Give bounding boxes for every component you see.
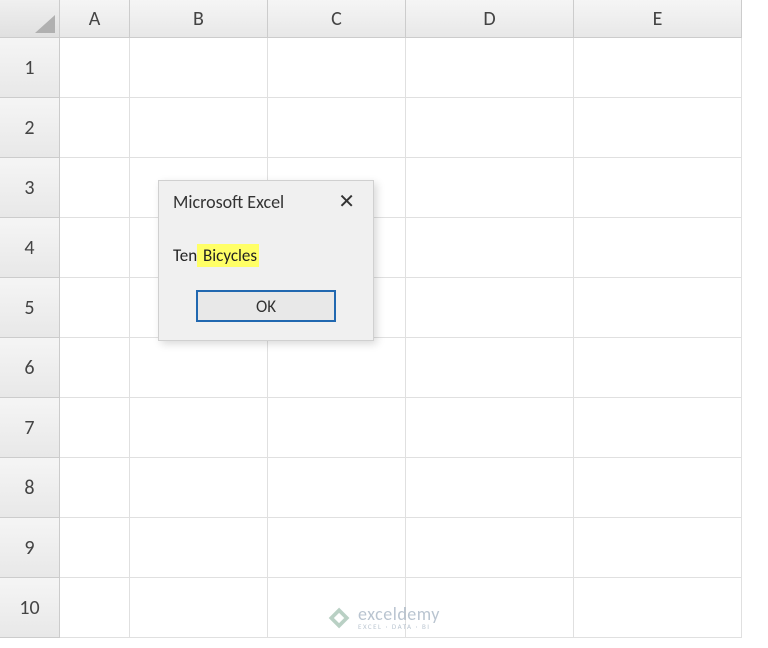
cell[interactable] <box>130 458 268 518</box>
col-header-a[interactable]: A <box>60 0 130 38</box>
row-header-1[interactable]: 1 <box>0 38 60 98</box>
cell[interactable] <box>574 98 742 158</box>
cell[interactable] <box>574 518 742 578</box>
cell[interactable] <box>406 218 574 278</box>
cell[interactable] <box>406 278 574 338</box>
cell[interactable] <box>60 98 130 158</box>
cell[interactable] <box>574 338 742 398</box>
row-header-8[interactable]: 8 <box>0 458 60 518</box>
message-text-prefix: Ten <box>173 245 197 266</box>
cell[interactable] <box>406 38 574 98</box>
dialog-titlebar[interactable]: Microsoft Excel ✕ <box>159 181 373 221</box>
cell[interactable] <box>130 98 268 158</box>
cell[interactable] <box>406 98 574 158</box>
cell[interactable] <box>60 278 130 338</box>
cell[interactable] <box>60 578 130 638</box>
dialog-footer: OK <box>159 284 373 340</box>
cell[interactable] <box>60 398 130 458</box>
cell[interactable] <box>406 458 574 518</box>
col-header-b[interactable]: B <box>130 0 268 38</box>
dialog-message: Ten Bicycles <box>159 221 373 284</box>
spreadsheet-grid: A B C D E 1 2 3 4 5 6 7 8 9 <box>0 0 768 638</box>
watermark: exceldemy EXCEL · DATA · BI <box>328 605 440 630</box>
cell[interactable] <box>60 338 130 398</box>
cell[interactable] <box>574 218 742 278</box>
row-header-6[interactable]: 6 <box>0 338 60 398</box>
cell[interactable] <box>268 98 406 158</box>
cell[interactable] <box>60 158 130 218</box>
col-header-d[interactable]: D <box>406 0 574 38</box>
cell[interactable] <box>130 38 268 98</box>
cell[interactable] <box>60 218 130 278</box>
cell[interactable] <box>130 578 268 638</box>
cell[interactable] <box>60 38 130 98</box>
cell[interactable] <box>406 338 574 398</box>
cell[interactable] <box>406 158 574 218</box>
row-header-10[interactable]: 10 <box>0 578 60 638</box>
cell[interactable] <box>130 518 268 578</box>
cell[interactable] <box>574 398 742 458</box>
cell[interactable] <box>406 398 574 458</box>
col-header-c[interactable]: C <box>268 0 406 38</box>
cell[interactable] <box>574 158 742 218</box>
cell[interactable] <box>574 458 742 518</box>
row-header-3[interactable]: 3 <box>0 158 60 218</box>
cell[interactable] <box>268 458 406 518</box>
cell[interactable] <box>130 398 268 458</box>
message-box-dialog: Microsoft Excel ✕ Ten Bicycles OK <box>158 180 374 341</box>
cell[interactable] <box>268 38 406 98</box>
cell[interactable] <box>268 398 406 458</box>
ok-button[interactable]: OK <box>196 290 336 322</box>
row-header-9[interactable]: 9 <box>0 518 60 578</box>
close-icon[interactable]: ✕ <box>332 192 361 212</box>
row-header-7[interactable]: 7 <box>0 398 60 458</box>
watermark-main: exceldemy <box>358 605 440 623</box>
cell[interactable] <box>268 518 406 578</box>
cell[interactable] <box>406 518 574 578</box>
col-header-e[interactable]: E <box>574 0 742 38</box>
select-all-corner[interactable] <box>0 0 60 38</box>
cell[interactable] <box>574 278 742 338</box>
row-header-5[interactable]: 5 <box>0 278 60 338</box>
watermark-sub: EXCEL · DATA · BI <box>358 623 440 630</box>
cell[interactable] <box>574 578 742 638</box>
row-header-4[interactable]: 4 <box>0 218 60 278</box>
message-text-highlight: Bicycles <box>197 244 259 267</box>
watermark-text: exceldemy EXCEL · DATA · BI <box>358 605 440 630</box>
dialog-title: Microsoft Excel <box>173 191 284 213</box>
cell[interactable] <box>574 38 742 98</box>
exceldemy-logo-icon <box>328 607 350 629</box>
cell[interactable] <box>130 338 268 398</box>
cell[interactable] <box>268 338 406 398</box>
cell[interactable] <box>60 458 130 518</box>
row-header-2[interactable]: 2 <box>0 98 60 158</box>
cell[interactable] <box>60 518 130 578</box>
